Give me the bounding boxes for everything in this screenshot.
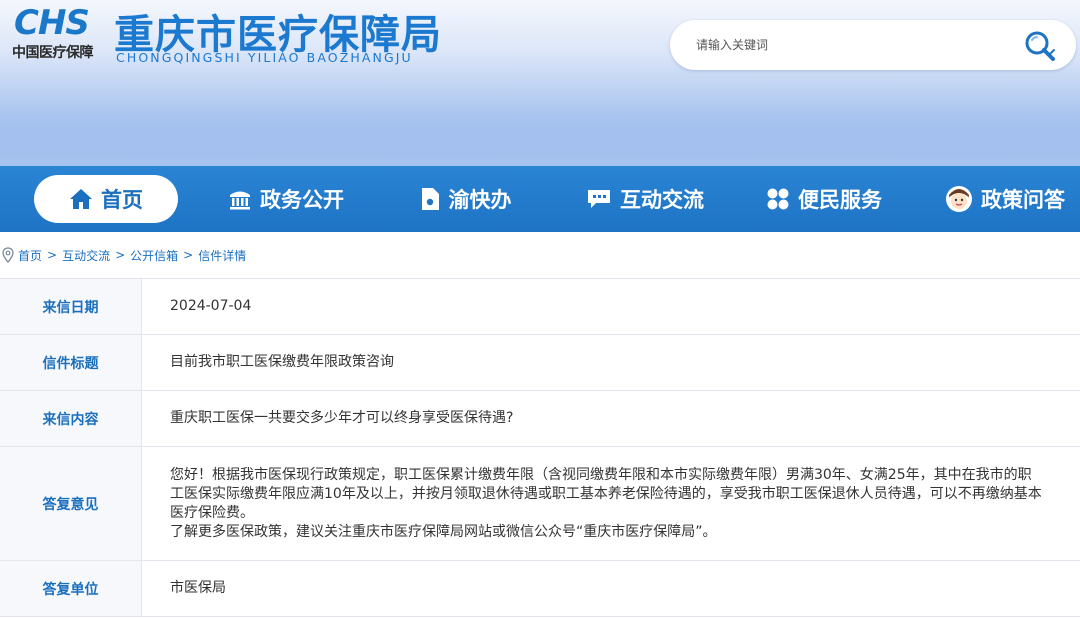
location-pin-icon [2, 247, 14, 263]
unit-value: 市医保局 [170, 580, 226, 596]
letter-detail-table: 来信日期 2024-07-04 信件标题 目前我市职工医保缴费年限政策咨询 来信… [0, 278, 1080, 618]
breadcrumb-public-mailbox[interactable]: 公开信箱 [130, 247, 178, 264]
avatar-face-icon [946, 186, 972, 212]
nav-item-label: 渝快办 [448, 188, 512, 212]
content-label: 来信内容 [0, 391, 142, 446]
nav-item-policy-qa[interactable]: 政策问答 [940, 166, 1070, 232]
breadcrumb: 首页 > 互动交流 > 公开信箱 > 信件详情 [0, 242, 1080, 268]
search-box [670, 20, 1076, 70]
home-icon [70, 189, 92, 209]
breadcrumb-separator: > [183, 248, 194, 262]
nav-item-home[interactable]: 首页 [34, 175, 178, 223]
nav-item-label: 便民服务 [798, 188, 882, 212]
breadcrumb-letter-detail[interactable]: 信件详情 [198, 247, 246, 264]
table-row-unit: 答复单位 市医保局 [0, 561, 1080, 617]
logo-subtitle: 中国医疗保障 [12, 45, 94, 61]
grid-dots-icon [767, 188, 789, 210]
government-building-icon [230, 191, 250, 210]
breadcrumb-interaction[interactable]: 互动交流 [62, 247, 110, 264]
reply-paragraph: 您好！根据我市医保现行政策规定，职工医保累计缴费年限（含视同缴费年限和本市实际缴… [170, 466, 1042, 521]
header-banner: CHS 中国医疗保障 重庆市医疗保障局 CHONGQINGSHI YILIAO … [0, 0, 1080, 166]
site-pinyin: CHONGQINGSHI YILIAO BAOZHANGJU [116, 50, 413, 65]
search-input[interactable] [690, 30, 1010, 60]
document-icon [421, 188, 439, 210]
logo[interactable]: CHS [14, 6, 104, 40]
unit-label: 答复单位 [0, 561, 142, 616]
content-value: 重庆职工医保一共要交多少年才可以终身享受医保待遇? [170, 410, 514, 426]
table-row-content: 来信内容 重庆职工医保一共要交多少年才可以终身享受医保待遇? [0, 391, 1080, 447]
title-label: 信件标题 [0, 335, 142, 390]
date-value: 2024-07-04 [170, 298, 252, 314]
nav-item-yukuaiban[interactable]: 渝快办 [410, 166, 520, 232]
chat-bubble-icon [588, 190, 610, 208]
nav-item-label: 首页 [101, 188, 143, 212]
reply-text: 您好！根据我市医保现行政策规定，职工医保累计缴费年限（含视同缴费年限和本市实际缴… [170, 466, 1044, 542]
nav-item-label: 政务公开 [260, 188, 344, 212]
reply-label: 答复意见 [0, 447, 142, 560]
nav-item-label: 互动交流 [620, 188, 704, 212]
table-row-title: 信件标题 目前我市职工医保缴费年限政策咨询 [0, 335, 1080, 391]
main-nav: 首页 政务公开 渝快办 互动交流 便民服务 政策问答 [0, 166, 1080, 232]
nav-item-convenience-services[interactable]: 便民服务 [760, 166, 888, 232]
breadcrumb-home[interactable]: 首页 [18, 247, 42, 264]
table-row-reply: 答复意见 您好！根据我市医保现行政策规定，职工医保累计缴费年限（含视同缴费年限和… [0, 447, 1080, 561]
nav-item-label: 政策问答 [981, 188, 1065, 212]
nav-item-interaction[interactable]: 互动交流 [582, 166, 708, 232]
table-row-date: 来信日期 2024-07-04 [0, 279, 1080, 335]
date-label: 来信日期 [0, 279, 142, 334]
site-title[interactable]: 重庆市医疗保障局 [114, 2, 442, 58]
search-icon[interactable] [1022, 28, 1058, 64]
nav-item-government-affairs[interactable]: 政务公开 [222, 166, 350, 232]
breadcrumb-separator: > [47, 248, 58, 262]
breadcrumb-separator: > [115, 248, 126, 262]
title-value: 目前我市职工医保缴费年限政策咨询 [170, 354, 394, 370]
reply-value: 您好！根据我市医保现行政策规定，职工医保累计缴费年限（含视同缴费年限和本市实际缴… [142, 447, 1080, 560]
reply-paragraph: 了解更多医保政策，建议关注重庆市医疗保障局网站或微信公众号“重庆市医疗保障局”。 [170, 523, 717, 540]
